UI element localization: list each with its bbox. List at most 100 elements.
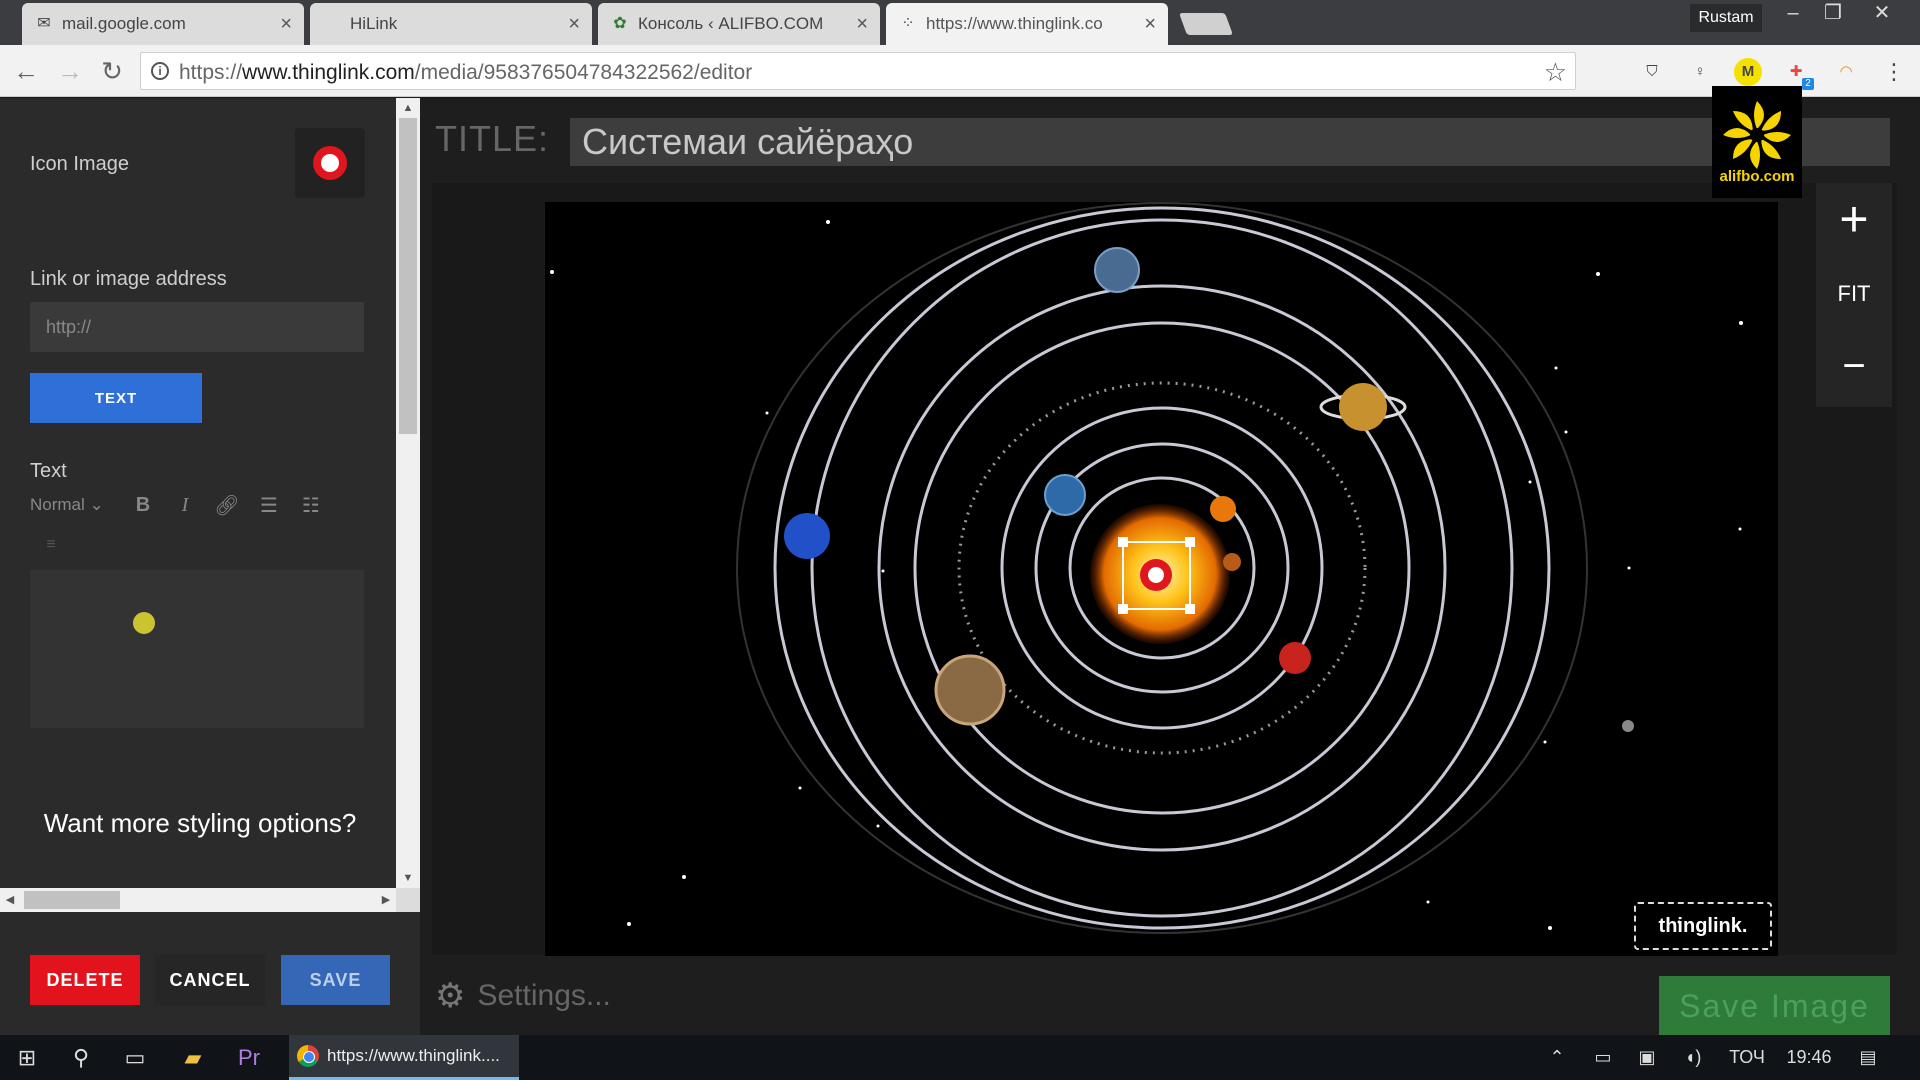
address-bar[interactable]: i https://www.thinglink.com/media/958376… xyxy=(140,52,1576,90)
info-icon[interactable]: i xyxy=(151,62,169,80)
profile-name[interactable]: Rustam xyxy=(1690,4,1762,32)
thinglink-icon: ⁘ xyxy=(901,15,915,32)
pocket-extension-icon[interactable]: ⛉ xyxy=(1638,58,1666,86)
url-text: https://www.thinglink.com/media/95837650… xyxy=(179,61,753,84)
taskbar-app-title: https://www.thinglink.... xyxy=(327,1046,500,1065)
scrollbar-corner xyxy=(396,888,420,912)
settings-label: Settings... xyxy=(477,979,611,1012)
venus xyxy=(1223,553,1241,571)
icon-image-label: Icon Image xyxy=(30,153,129,175)
colorful-extension-icon[interactable]: ✚ 2 xyxy=(1782,58,1814,90)
bulb-extension-icon[interactable]: ♀ xyxy=(1686,58,1714,86)
neptune xyxy=(784,513,830,559)
title-label: TITLE: xyxy=(435,118,550,159)
saturn xyxy=(1339,383,1387,431)
scroll-up-icon[interactable]: ▲ xyxy=(396,98,420,118)
hotspot-icon xyxy=(313,146,347,180)
delete-button[interactable]: DELETE xyxy=(30,955,140,1005)
text-label: Text xyxy=(30,460,67,482)
zoom-out-button[interactable]: − xyxy=(1816,331,1892,405)
title-input[interactable] xyxy=(570,118,1890,166)
search-icon[interactable]: ⚲ xyxy=(54,1035,108,1080)
browser-tab-strip: ✉ mail.google.com × HiLink × ✿ Консоль ‹… xyxy=(0,0,1920,45)
sidebar-vertical-scrollbar[interactable]: ▲ ▼ xyxy=(396,98,420,888)
thinglink-badge[interactable]: thinglink. xyxy=(1634,902,1772,950)
text-button[interactable]: TEXT xyxy=(30,373,202,423)
tab-title: https://www.thinglink.co xyxy=(926,14,1103,33)
close-icon[interactable]: × xyxy=(856,13,868,36)
close-icon[interactable]: × xyxy=(1144,13,1156,36)
minimize-icon[interactable]: – xyxy=(1773,0,1813,28)
zoom-in-button[interactable]: + xyxy=(1816,183,1892,257)
close-icon[interactable]: × xyxy=(568,13,580,36)
restore-icon[interactable]: ❐ xyxy=(1813,0,1853,28)
windows-taskbar: ⊞ ⚲ ▭ ▰ Pr https://www.thinglink.... ⌃ ▭… xyxy=(0,1035,1920,1080)
scroll-left-icon[interactable]: ◀ xyxy=(0,888,20,912)
forward-icon[interactable]: → xyxy=(54,55,86,87)
tab-alifbo-console[interactable]: ✿ Консоль ‹ ALIFBO.COM × xyxy=(598,3,880,45)
scroll-down-icon[interactable]: ▼ xyxy=(396,868,420,888)
battery-icon[interactable]: ▭ xyxy=(1586,1035,1620,1080)
file-explorer-icon[interactable]: ▰ xyxy=(166,1035,220,1080)
tab-thinglink[interactable]: ⁘ https://www.thinglink.co × xyxy=(886,3,1168,45)
zoom-controls: + FIT − xyxy=(1816,183,1892,407)
text-editor-toolbar: Normal ⌄ B I 🔗︎ ☰ ☷ xyxy=(30,490,332,520)
mouse-cursor-indicator xyxy=(133,612,155,634)
earth xyxy=(1044,474,1086,516)
cancel-button[interactable]: CANCEL xyxy=(155,955,265,1005)
icon-image-picker[interactable] xyxy=(295,128,365,198)
bookmark-star-icon[interactable]: ☆ xyxy=(1544,57,1567,88)
styling-options-prompt[interactable]: Want more styling options? xyxy=(30,808,370,838)
link-input[interactable] xyxy=(30,302,364,352)
clear-format-icon[interactable]: ≡ xyxy=(30,536,72,554)
language-indicator[interactable]: ТОЧ xyxy=(1722,1035,1772,1080)
tab-hilink[interactable]: HiLink × xyxy=(310,3,592,45)
chrome-menu-icon[interactable]: ⋮ xyxy=(1880,58,1908,86)
italic-icon[interactable]: I xyxy=(164,494,206,517)
rss-icon[interactable]: ◠ xyxy=(1832,58,1860,86)
ordered-list-icon[interactable]: ☰ xyxy=(248,493,290,518)
m-extension-icon[interactable]: M xyxy=(1734,58,1762,86)
clock[interactable]: 19:46 xyxy=(1780,1035,1838,1080)
jupiter xyxy=(934,654,1006,726)
tray-chevron-icon[interactable]: ⌃ xyxy=(1540,1035,1574,1080)
text-editor-toolbar-row2: ≡ xyxy=(30,530,72,560)
link-icon[interactable]: 🔗︎ xyxy=(206,493,248,518)
format-select[interactable]: Normal ⌄ xyxy=(30,495,122,515)
network-icon[interactable]: ▣ xyxy=(1630,1035,1664,1080)
browser-toolbar: ← → ↻ i https://www.thinglink.com/media/… xyxy=(0,45,1920,97)
sidebar-horizontal-scrollbar[interactable]: ◀ ▶ xyxy=(0,888,396,912)
image-editor: TITLE: Системаи сайёраҳо thinglink. + FI… xyxy=(420,86,1920,1036)
text-editor-area[interactable] xyxy=(30,570,364,728)
close-icon[interactable]: × xyxy=(280,13,292,36)
scrollbar-thumb[interactable] xyxy=(399,118,417,434)
settings-link[interactable]: ⚙ Settings... xyxy=(435,976,611,1016)
zoom-fit-button[interactable]: FIT xyxy=(1816,257,1892,331)
task-view-icon[interactable]: ▭ xyxy=(108,1035,162,1080)
premiere-icon[interactable]: Pr xyxy=(222,1035,276,1080)
reload-icon[interactable]: ↻ xyxy=(96,55,128,87)
tab-gmail[interactable]: ✉ mail.google.com × xyxy=(22,3,304,45)
new-tab-button[interactable] xyxy=(1178,13,1234,35)
window-close-icon[interactable]: ✕ xyxy=(1862,0,1902,28)
back-icon[interactable]: ← xyxy=(10,55,42,87)
chrome-icon xyxy=(297,1045,319,1067)
notifications-icon[interactable]: ▤ xyxy=(1848,1035,1888,1080)
sidebar-scroll-area: Icon Image Link or image address TEXT Te… xyxy=(0,98,396,888)
solar-system-image[interactable]: thinglink. xyxy=(545,202,1778,956)
taskbar-chrome-app[interactable]: https://www.thinglink.... xyxy=(289,1035,519,1080)
bullet-list-icon[interactable]: ☷ xyxy=(290,493,332,518)
link-label: Link or image address xyxy=(30,268,227,290)
volume-icon[interactable]: ◖) xyxy=(1676,1035,1710,1080)
scroll-right-icon[interactable]: ▶ xyxy=(376,888,396,912)
save-image-button[interactable]: Save Image xyxy=(1659,976,1890,1036)
alifbo-logo-icon xyxy=(1723,101,1791,169)
windows-start-icon[interactable]: ⊞ xyxy=(0,1035,54,1080)
save-button[interactable]: SAVE xyxy=(281,955,390,1005)
pluto xyxy=(1622,720,1634,732)
solar-system-illustration xyxy=(550,202,1743,934)
alifbo-watermark-logo: alifbo.com xyxy=(1712,86,1802,198)
scrollbar-thumb[interactable] xyxy=(24,891,120,909)
bold-icon[interactable]: B xyxy=(122,494,164,517)
tab-title: mail.google.com xyxy=(62,14,186,33)
